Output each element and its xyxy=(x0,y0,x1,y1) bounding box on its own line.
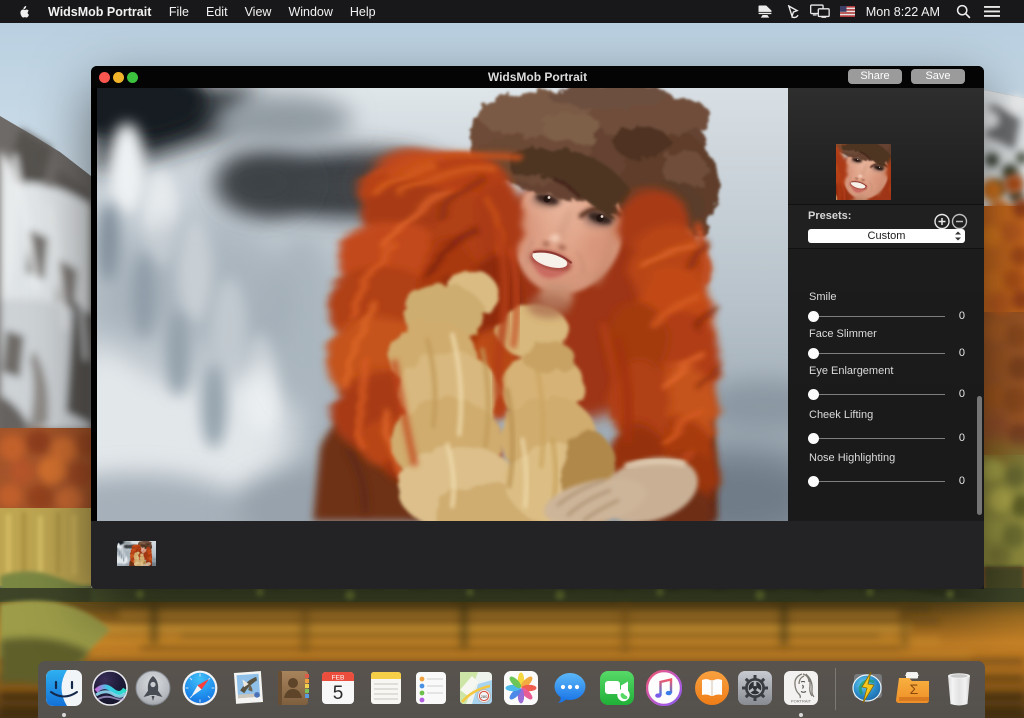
svg-text:PORTRAIT: PORTRAIT xyxy=(791,699,812,704)
svg-text:5: 5 xyxy=(333,683,344,704)
svg-text:Σ: Σ xyxy=(910,681,919,697)
svg-text:280: 280 xyxy=(481,694,488,699)
svg-text:FEB: FEB xyxy=(332,675,345,682)
